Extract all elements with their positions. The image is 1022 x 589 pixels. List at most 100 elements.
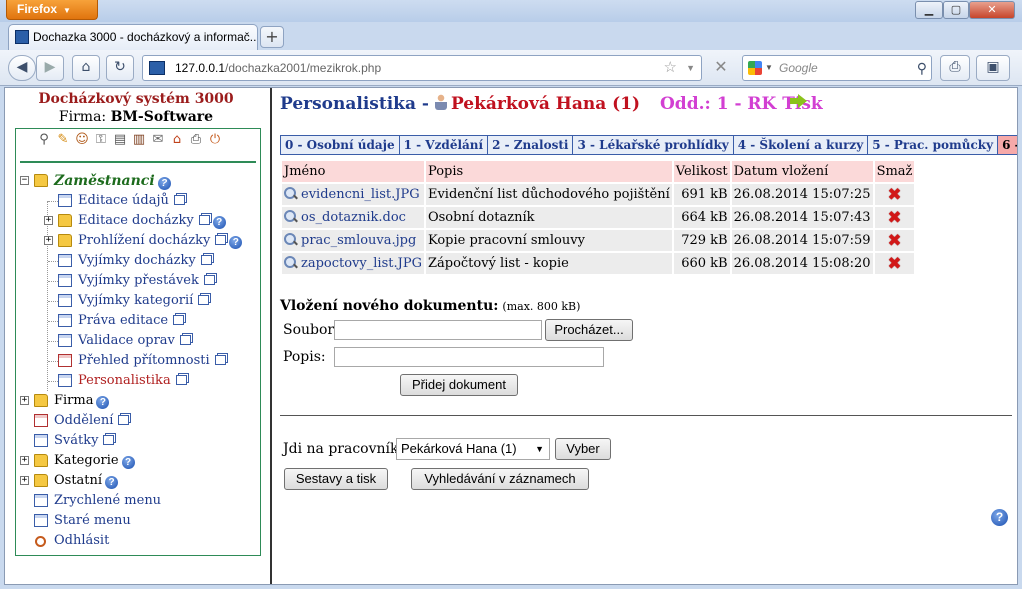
magnifier-icon[interactable] <box>284 210 297 223</box>
maximize-button[interactable]: ▢ <box>943 1 969 19</box>
search-bar[interactable]: ▼ Google ⚲ <box>742 55 932 81</box>
address-bar[interactable]: 127.0.0.1/dochazka2001/mezikrok.php ☆ ▼ <box>142 55 702 81</box>
report-icon[interactable]: ▤ <box>112 132 128 148</box>
tree-item-validate-corrections[interactable]: Validace oprav <box>20 331 260 351</box>
add-document-button[interactable]: Přidej dokument <box>400 374 518 396</box>
back-button[interactable]: ◀ <box>8 55 36 81</box>
new-window-icon[interactable] <box>198 295 210 305</box>
search-icon[interactable]: ⚲ <box>917 56 927 80</box>
expand-icon[interactable]: + <box>20 456 29 465</box>
document-link[interactable]: zapoctovy_list.JPG <box>301 256 422 271</box>
new-window-icon[interactable] <box>175 375 187 385</box>
forward-button[interactable]: ▶ <box>36 55 64 81</box>
google-icon[interactable] <box>748 61 762 75</box>
close-button[interactable]: ✕ <box>969 1 1015 19</box>
delete-icon[interactable]: ✖ <box>887 186 901 204</box>
tree-node-firm[interactable]: + Firma? <box>20 391 260 411</box>
description-input[interactable] <box>334 347 604 367</box>
tree-node-other[interactable]: + Ostatní? <box>20 471 260 491</box>
tree-item-edit-attendance[interactable]: + Editace docházky? <box>20 211 260 231</box>
tree-item-category-exceptions[interactable]: Vyjímky kategorií <box>20 291 260 311</box>
search-records-button[interactable]: Vyhledávání v záznamech <box>411 468 589 490</box>
home-button[interactable]: ⌂ <box>72 55 100 81</box>
printer-icon[interactable]: ⎙ <box>188 132 204 148</box>
addon-menu-button[interactable]: ▣ <box>976 55 1010 81</box>
expand-icon[interactable]: + <box>44 216 53 225</box>
tree-item-logout[interactable]: Odhlásit <box>20 531 260 551</box>
new-window-icon[interactable] <box>179 335 191 345</box>
new-window-icon[interactable] <box>103 435 115 445</box>
browser-tab-active[interactable]: Dochazka 3000 - docházkový a informač... <box>8 24 258 50</box>
print-button[interactable]: ⎙ <box>940 55 970 81</box>
magnifier-icon[interactable] <box>284 187 297 200</box>
help-icon[interactable]: ? <box>229 236 243 249</box>
tab-documents[interactable]: 6 - Dokumenty <box>997 135 1017 155</box>
tree-item-break-exceptions[interactable]: Vyjímky přestávek <box>20 271 260 291</box>
new-window-icon[interactable] <box>173 315 185 325</box>
magnifier-icon[interactable] <box>284 233 297 246</box>
help-icon[interactable]: ? <box>121 456 135 469</box>
help-icon[interactable]: ? <box>157 177 171 190</box>
search-icon[interactable]: ⚲ <box>36 132 52 148</box>
tree-item-departments[interactable]: Oddělení <box>20 411 260 431</box>
home-icon[interactable]: ⌂ <box>169 132 185 148</box>
new-window-icon[interactable] <box>203 275 215 285</box>
expand-icon[interactable]: + <box>20 476 29 485</box>
help-icon[interactable]: ? <box>105 476 119 489</box>
tree-item-holidays[interactable]: Svátky <box>20 431 260 451</box>
tab-education[interactable]: 1 - Vzdělání <box>398 135 488 155</box>
tab-personal-data[interactable]: 0 - Osobní údaje <box>280 135 399 155</box>
tree-item-presence-overview[interactable]: Přehled přítomnosti <box>20 351 260 371</box>
new-window-icon[interactable] <box>215 235 227 245</box>
tab-trainings[interactable]: 4 - Školení a kurzy <box>732 135 868 155</box>
chevron-down-icon[interactable]: ▼ <box>765 56 773 80</box>
employee-select[interactable]: Pekárková Hana (1) ▼ <box>396 438 550 460</box>
new-window-icon[interactable] <box>200 255 212 265</box>
document-link[interactable]: evidencni_list.JPG <box>301 187 420 202</box>
document-link[interactable]: os_dotaznik.doc <box>301 210 406 225</box>
reports-button[interactable]: Sestavy a tisk <box>284 468 388 490</box>
expand-icon[interactable]: + <box>20 396 29 405</box>
mail-icon[interactable]: ✉ <box>150 132 166 148</box>
tree-node-category[interactable]: + Kategorie? <box>20 451 260 471</box>
new-window-icon[interactable] <box>214 355 226 365</box>
tab-skills[interactable]: 2 - Znalosti <box>487 135 573 155</box>
document-link[interactable]: prac_smlouva.jpg <box>301 233 416 248</box>
tree-item-personnel[interactable]: Personalistika <box>20 371 260 391</box>
help-icon[interactable]: ? <box>96 396 110 409</box>
next-arrow-icon[interactable] <box>790 94 808 108</box>
new-tab-button[interactable]: + <box>260 26 284 48</box>
new-window-icon[interactable] <box>118 415 130 425</box>
tree-item-attendance-exceptions[interactable]: Vyjímky docházky <box>20 251 260 271</box>
delete-icon[interactable]: ✖ <box>887 255 901 273</box>
select-employee-button[interactable]: Vyber <box>555 438 611 460</box>
delete-icon[interactable]: ✖ <box>887 232 901 250</box>
minimize-button[interactable]: ▁ <box>915 1 943 19</box>
tree-item-view-attendance[interactable]: + Prohlížení docházky? <box>20 231 260 251</box>
tree-item-edit-rights[interactable]: Práva editace <box>20 311 260 331</box>
reload-button[interactable]: ↻ <box>106 55 134 81</box>
key-icon[interactable]: ⚿ <box>93 132 109 148</box>
tree-node-employees[interactable]: − Zaměstnanci? <box>20 171 260 191</box>
new-window-icon[interactable] <box>173 195 185 205</box>
tree-item-quick-menu[interactable]: Zrychlené menu <box>20 491 260 511</box>
help-icon[interactable]: ? <box>212 216 226 229</box>
logout-icon[interactable]: ⏻ <box>207 132 223 148</box>
users-icon[interactable]: ☺ <box>74 132 90 148</box>
book-icon[interactable]: ▥ <box>131 132 147 148</box>
history-dropdown-icon[interactable]: ▼ <box>686 56 695 80</box>
firefox-menu-button[interactable]: Firefox ▼ <box>6 0 98 20</box>
file-input[interactable] <box>334 320 542 340</box>
tree-item-edit-data[interactable]: Editace údajů <box>20 191 260 211</box>
collapse-icon[interactable]: − <box>20 176 29 185</box>
expand-icon[interactable]: + <box>44 236 53 245</box>
tab-medical-checkups[interactable]: 3 - Lékařské prohlídky <box>572 135 733 155</box>
magnifier-icon[interactable] <box>284 256 297 269</box>
tab-work-aids[interactable]: 5 - Prac. pomůcky <box>867 135 998 155</box>
tree-item-old-menu[interactable]: Staré menu <box>20 511 260 531</box>
stop-button[interactable]: ✕ <box>708 55 734 81</box>
browse-button[interactable]: Procházet... <box>545 319 633 341</box>
help-icon[interactable]: ? <box>991 509 1008 526</box>
pencil-icon[interactable]: ✎ <box>55 132 71 148</box>
new-window-icon[interactable] <box>198 215 210 225</box>
